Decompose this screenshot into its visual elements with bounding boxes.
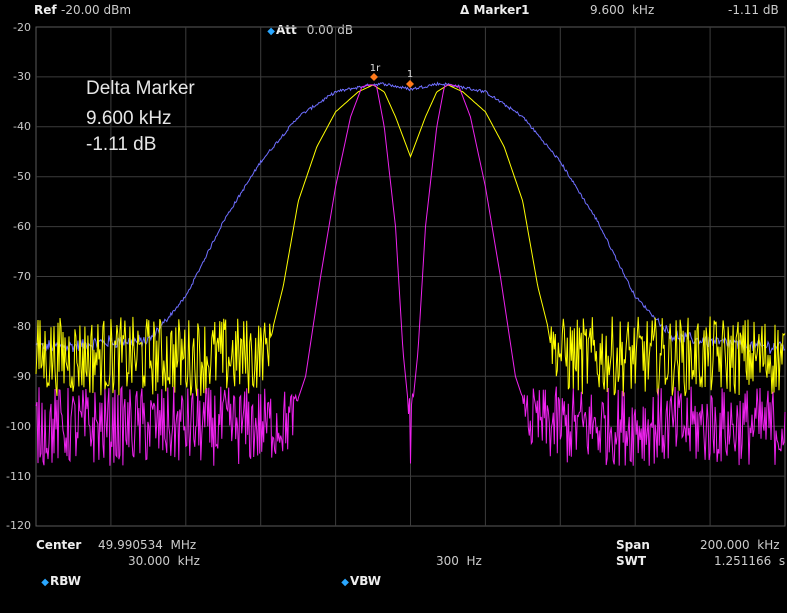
swt-label: SWT: [616, 554, 647, 568]
vbw-group[interactable]: ◆VBW: [326, 551, 381, 613]
marker-delta[interactable]: 1: [406, 69, 414, 88]
y-tick-label: -60: [13, 220, 31, 233]
delta-marker-title: Delta Marker: [86, 78, 195, 99]
marker-ref-icon: [370, 73, 378, 81]
y-tick-label: -30: [13, 70, 31, 83]
ref-value[interactable]: -20.00 dBm: [61, 0, 131, 20]
marker-delta-label: 1: [407, 69, 413, 80]
delta-marker-freq: 9.600 kHz: [86, 108, 172, 129]
delta-marker-box: Delta Marker 9.600 kHz -1.11 dB: [86, 78, 195, 155]
marker-delta-icon: [406, 80, 414, 88]
y-tick-label: -50: [13, 170, 31, 183]
marker-level: -1.11 dB: [728, 3, 779, 17]
rbw-label: RBW: [49, 574, 81, 588]
delta-marker-level: -1.11 dB: [86, 134, 156, 155]
top-status-bar: Ref -20.00 dBm ◆Att 0.00 dB Δ Marker1 9.6…: [0, 0, 787, 37]
y-tick-label: -70: [13, 270, 31, 283]
diamond-icon: ◆: [41, 577, 49, 588]
marker-freq: 9.600 kHz: [590, 3, 655, 17]
marker-ref[interactable]: 1r: [370, 63, 381, 81]
y-tick-label: -120: [6, 519, 31, 530]
y-tick-label: -20: [13, 21, 31, 34]
rbw-group[interactable]: ◆RBW: [26, 551, 81, 613]
rbw-value: 30.000 kHz: [128, 554, 200, 568]
marker-ref-label: 1r: [370, 63, 381, 74]
diamond-icon: ◆: [341, 577, 349, 588]
ref-label: Ref: [34, 3, 57, 17]
y-tick-label: -100: [6, 420, 31, 433]
y-tick-label: -80: [13, 320, 31, 333]
swt-value: 1.251166 s: [714, 554, 786, 568]
y-axis-labels: -20 -30 -40 -50 -60 -70 -80 -90 -100 -11…: [6, 21, 31, 530]
y-tick-label: -90: [13, 370, 31, 383]
vbw-label: VBW: [349, 574, 381, 588]
y-tick-label: -110: [6, 470, 31, 483]
marker-label[interactable]: Δ Marker1: [460, 0, 530, 20]
bottom-status-bar-2: ◆RBW 30.000 kHz ◆VBW 300 Hz SWT 1.251166…: [0, 551, 787, 588]
spectrum-plot[interactable]: -20 -30 -40 -50 -60 -70 -80 -90 -100 -11…: [0, 18, 787, 530]
vbw-value: 300 Hz: [436, 554, 482, 568]
y-tick-label: -40: [13, 120, 31, 133]
